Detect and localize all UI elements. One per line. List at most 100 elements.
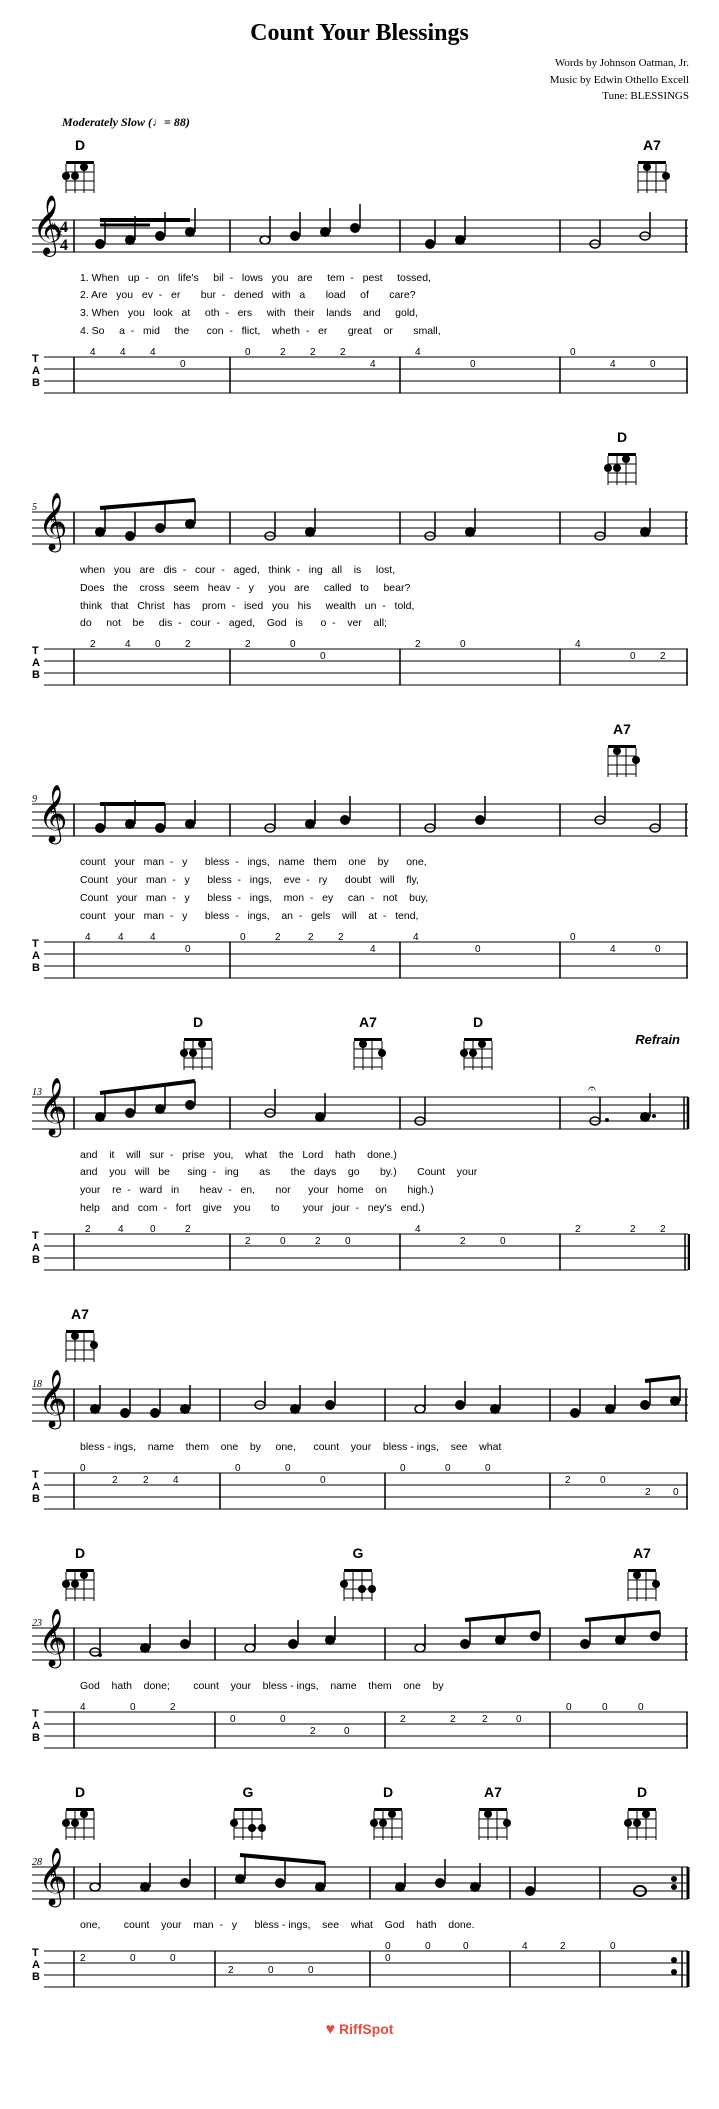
svg-text:0: 0: [280, 1236, 286, 1247]
footer-brand: RiffSpot: [339, 2021, 393, 2037]
svg-text:2: 2: [660, 651, 666, 662]
svg-text:0: 0: [470, 359, 476, 370]
staff-svg-7: 28 𝄞 # #: [30, 1837, 690, 1917]
svg-text:0: 0: [320, 1475, 326, 1486]
lyric-line-4-4: help and com - fort give you to your jou…: [80, 1200, 690, 1218]
page-title: Count Your Blessings: [30, 20, 689, 47]
svg-text:2: 2: [340, 347, 346, 358]
svg-text:0: 0: [385, 1953, 391, 1964]
svg-text:2: 2: [280, 347, 286, 358]
svg-text:9: 9: [32, 794, 37, 805]
svg-text:4: 4: [118, 932, 124, 943]
lyric-line-4-3: your re - ward in heav - en, nor your ho…: [80, 1182, 690, 1200]
svg-text:0: 0: [400, 1463, 406, 1474]
footer: ♥ RiffSpot: [30, 2001, 689, 2049]
chord-G-7: G: [230, 1784, 266, 1845]
section-2: D: [30, 407, 690, 689]
staff-svg-3: 9 𝄞 # #: [30, 774, 690, 854]
svg-text:T: T: [32, 938, 39, 950]
svg-text:4: 4: [522, 1941, 528, 1952]
chord-G-6: G: [340, 1545, 376, 1606]
svg-text:4: 4: [413, 932, 419, 943]
svg-text:A: A: [32, 657, 40, 669]
svg-text:T: T: [32, 645, 39, 657]
svg-text:T: T: [32, 1947, 39, 1959]
chord-A7-5: A7: [62, 1306, 98, 1367]
chord-D-refrain: D: [180, 1014, 216, 1075]
svg-text:0: 0: [130, 1953, 136, 1964]
page: Count Your Blessings Words by Johnson Oa…: [0, 0, 719, 2109]
svg-text:0: 0: [610, 1941, 616, 1952]
lyric-line-6-1: God hath done; count your bless - ings, …: [80, 1678, 690, 1696]
svg-text:0: 0: [268, 1965, 274, 1976]
staff-svg-1: 𝄞 4 4 # #: [30, 190, 690, 270]
chord-row-7: D: [30, 1762, 690, 1837]
svg-text:2: 2: [460, 1236, 466, 1247]
lyrics-5: bless - ings, name them one by one, coun…: [30, 1439, 690, 1457]
svg-text:2: 2: [310, 1726, 316, 1737]
staff-svg-4: 13 𝄞 # #: [30, 1067, 690, 1147]
lyric-line-3-4: count your man - y bless - ings, an - ge…: [80, 908, 690, 926]
lyric-line-2-2: Does the cross seem heav - y you are cal…: [80, 580, 690, 598]
svg-text:B: B: [32, 962, 40, 974]
svg-text:A: A: [32, 950, 40, 962]
svg-text:A: A: [32, 365, 40, 377]
section-6: D: [30, 1523, 690, 1752]
section-5: A7 18 𝄞: [30, 1284, 690, 1513]
footer-heart-icon: ♥: [326, 2021, 336, 2038]
svg-text:0: 0: [570, 932, 576, 943]
svg-text:2: 2: [338, 932, 344, 943]
svg-text:0: 0: [285, 1463, 291, 1474]
svg-text:0: 0: [180, 359, 186, 370]
staff-svg-5: 18 𝄞 # #: [30, 1359, 690, 1439]
svg-text:4: 4: [150, 347, 156, 358]
chord-D-2: D: [604, 429, 640, 490]
lyric-line-3-2: Count your man - y bless - ings, eve - r…: [80, 872, 690, 890]
svg-text:0: 0: [650, 359, 656, 370]
svg-text:0: 0: [290, 639, 296, 650]
score-wrapper: Moderately Slow (♩= 88) D: [30, 115, 690, 1991]
svg-text:4: 4: [370, 359, 376, 370]
lyric-line-1-2: 2. Are you ev - er bur - dened with a lo…: [80, 287, 690, 305]
svg-text:2: 2: [275, 932, 281, 943]
svg-text:2: 2: [415, 639, 421, 650]
lyrics-2: when you are dis - cour - aged, think - …: [30, 562, 690, 633]
svg-text:0: 0: [320, 651, 326, 662]
svg-text:2: 2: [315, 1236, 321, 1247]
svg-text:0: 0: [463, 1941, 469, 1952]
svg-text:A: A: [32, 1242, 40, 1254]
lyric-line-1-4: 4. So a - mid the con - flict, wheth - e…: [80, 323, 690, 341]
svg-text:0: 0: [185, 944, 191, 955]
svg-text:T: T: [32, 1230, 39, 1242]
svg-text:0: 0: [345, 1236, 351, 1247]
svg-text:2: 2: [308, 932, 314, 943]
chord-A7-refrain: A7: [350, 1014, 386, 1075]
tab-svg-4: T A B 2 4 0 2 2 0 2 0: [30, 1222, 690, 1274]
svg-text:A: A: [32, 1720, 40, 1732]
music-credit: Music by Edwin Othello Excell: [30, 72, 689, 89]
svg-text:0: 0: [344, 1726, 350, 1737]
svg-text:0: 0: [602, 1702, 608, 1713]
chord-D-7c: D: [624, 1784, 660, 1845]
svg-text:0: 0: [280, 1714, 286, 1725]
tab-svg-2: T A B 2 4 0 2 2 0 2 0 4: [30, 637, 690, 689]
svg-text:4: 4: [610, 944, 616, 955]
svg-text:2: 2: [565, 1475, 571, 1486]
svg-text:2: 2: [245, 639, 251, 650]
chord-row-4: D: [30, 992, 690, 1067]
svg-text:0: 0: [566, 1702, 572, 1713]
svg-text:0: 0: [130, 1702, 136, 1713]
svg-text:B: B: [32, 1971, 40, 1983]
tempo-marking: Moderately Slow (♩= 88): [62, 115, 190, 130]
svg-text:B: B: [32, 1493, 40, 1505]
section-4: D: [30, 992, 690, 1274]
chord-row-2: D: [30, 407, 690, 482]
svg-text:2: 2: [245, 1236, 251, 1247]
lyric-line-2-3: think that Christ has prom - ised you hi…: [80, 598, 690, 616]
tab-svg-5: T A B 0 0 0 0 0 0 2 0 2: [30, 1461, 690, 1513]
tab-svg-7: T A B 2 0 0 2 0: [30, 1939, 690, 1991]
svg-text:4: 4: [150, 932, 156, 943]
chord-D-7b: D: [370, 1784, 406, 1845]
chord-A7-6: A7: [624, 1545, 660, 1606]
lyric-line-1-1: 1. When up - on life's bil - lows you ar…: [80, 270, 690, 288]
